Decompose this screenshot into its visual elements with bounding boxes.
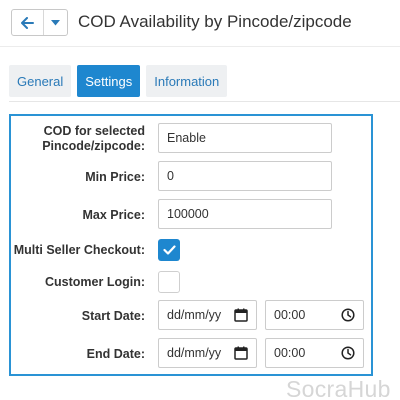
- page-title: COD Availability by Pincode/zipcode: [78, 12, 352, 31]
- end-time-input[interactable]: 00:00: [265, 338, 364, 368]
- end-date-label: End Date:: [86, 347, 145, 361]
- tab-information[interactable]: Information: [146, 65, 228, 97]
- end-date-input[interactable]: dd/mm/yy: [158, 338, 257, 368]
- start-date-label: Start Date:: [81, 309, 145, 323]
- start-time-input[interactable]: 00:00: [265, 300, 364, 330]
- clock-icon[interactable]: [341, 308, 355, 322]
- checkmark-icon: [162, 245, 176, 255]
- clock-icon[interactable]: [341, 346, 355, 360]
- dropdown-toggle-button[interactable]: [44, 10, 67, 35]
- max-price-label: Max Price:: [82, 208, 145, 222]
- min-price-label: Min Price:: [85, 170, 145, 184]
- settings-panel: COD for selected Pincode/zipcode: Enable…: [9, 114, 373, 376]
- arrow-left-icon: [21, 16, 34, 29]
- watermark: SocraHub: [286, 376, 391, 400]
- tabs-divider: [9, 101, 400, 102]
- min-price-input[interactable]: 0: [158, 161, 332, 191]
- page-header: COD Availability by Pincode/zipcode: [0, 0, 400, 46]
- end-time-value: 00:00: [274, 346, 306, 360]
- calendar-icon[interactable]: [234, 308, 248, 322]
- customer-login-label: Customer Login:: [45, 275, 145, 289]
- tab-general[interactable]: General: [9, 65, 72, 97]
- tab-settings[interactable]: Settings: [77, 65, 141, 97]
- cod-label-line1: COD for selected: [43, 124, 145, 138]
- end-date-placeholder: dd/mm/yy: [167, 346, 222, 360]
- caret-down-icon: [51, 19, 60, 25]
- header-divider: [0, 46, 400, 47]
- max-price-input[interactable]: 100000: [158, 199, 332, 229]
- customer-login-checkbox[interactable]: [158, 271, 180, 293]
- cod-select-value: Enable: [167, 131, 206, 145]
- back-button-group: [11, 9, 68, 36]
- start-date-placeholder: dd/mm/yy: [167, 308, 222, 322]
- start-time-value: 00:00: [274, 308, 306, 322]
- cod-select[interactable]: Enable: [158, 123, 332, 153]
- back-button[interactable]: [12, 10, 44, 35]
- tab-bar: General Settings Information: [9, 65, 228, 97]
- max-price-value: 100000: [167, 207, 209, 221]
- multi-seller-checkbox[interactable]: [158, 239, 180, 261]
- calendar-icon[interactable]: [234, 346, 248, 360]
- multi-seller-label: Multi Seller Checkout:: [13, 243, 145, 257]
- cod-label-line2: Pincode/zipcode:: [42, 139, 145, 153]
- min-price-value: 0: [167, 169, 174, 183]
- cod-label: COD for selected Pincode/zipcode:: [42, 124, 145, 154]
- start-date-input[interactable]: dd/mm/yy: [158, 300, 257, 330]
